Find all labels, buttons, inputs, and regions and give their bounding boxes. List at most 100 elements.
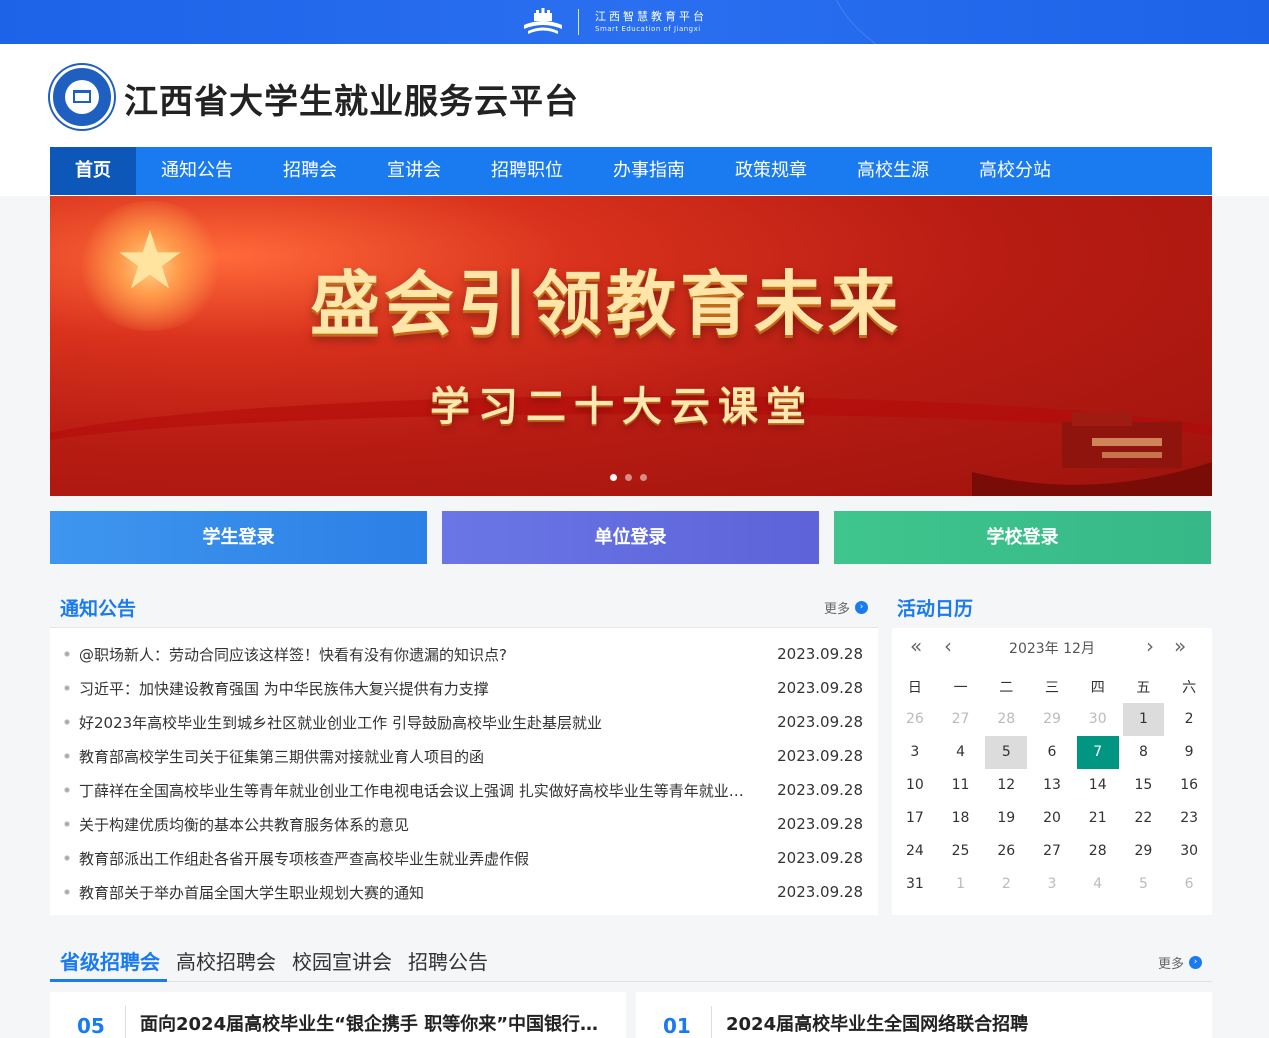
calendar-day[interactable]: 30 <box>1166 835 1212 868</box>
notice-item[interactable]: @职场新人：劳动合同应该这样签！快看有没有你遗漏的知识点? 2023.09.28 <box>50 637 878 671</box>
nav-item-7[interactable]: 政策规章 <box>710 147 832 195</box>
card-title[interactable]: 2024届高校毕业生全国网络联合招聘 <box>726 1010 1196 1036</box>
nav-item-3[interactable]: 招聘会 <box>258 147 362 195</box>
next-month-icon[interactable]: › <box>1146 634 1154 658</box>
calendar-day[interactable]: 26 <box>892 703 938 736</box>
card-title[interactable]: 面向2024届高校毕业生“银企携手 职等你来”中国银行干部招聘会 <box>140 1010 610 1036</box>
calendar-day[interactable]: 31 <box>892 868 938 901</box>
brand-divider <box>578 9 579 35</box>
calendar-day[interactable]: 30 <box>1075 703 1121 736</box>
calendar-day[interactable]: 2 <box>1166 703 1212 736</box>
jobfair-more-link[interactable]: 更多 › <box>1158 953 1202 972</box>
nav-item-6[interactable]: 办事指南 <box>588 147 710 195</box>
nav-item-4[interactable]: 宣讲会 <box>362 147 466 195</box>
notice-item[interactable]: 教育部高校学生司关于征集第三期供需对接就业育人项目的函 2023.09.28 <box>50 739 878 773</box>
notice-item-title[interactable]: 习近平：加快建设教育强国 为中华民族伟大复兴提供有力支撑 <box>79 678 757 699</box>
calendar-day[interactable]: 24 <box>892 835 938 868</box>
calendar-day[interactable]: 25 <box>938 835 984 868</box>
nav-item-9[interactable]: 高校分站 <box>954 147 1076 195</box>
notice-item-title[interactable]: 关于构建优质均衡的基本公共教育服务体系的意见 <box>79 814 757 835</box>
notice-title[interactable]: 通知公告 <box>60 594 136 621</box>
tab-3[interactable]: 校园宣讲会 <box>292 946 392 975</box>
calendar-day[interactable]: 6 <box>1029 736 1075 769</box>
calendar-day[interactable]: 4 <box>938 736 984 769</box>
platform-brand[interactable]: 江西智慧教育平台 Smart Education of Jiangxi <box>520 4 707 40</box>
calendar-day[interactable]: 3 <box>1029 868 1075 901</box>
nav-item-5[interactable]: 招聘职位 <box>466 147 588 195</box>
calendar-day[interactable]: 2 <box>983 868 1029 901</box>
carousel-dot-1[interactable] <box>610 474 617 481</box>
calendar-day[interactable]: 23 <box>1166 802 1212 835</box>
calendar-day[interactable]: 18 <box>938 802 984 835</box>
notice-item-title[interactable]: 教育部派出工作组赴各省开展专项核查严查高校毕业生就业弄虚作假 <box>79 848 757 869</box>
notice-more-link[interactable]: 更多 › <box>824 598 868 617</box>
calendar-day[interactable]: 28 <box>1075 835 1121 868</box>
calendar-day[interactable]: 27 <box>938 703 984 736</box>
calendar-day[interactable]: 29 <box>1029 703 1075 736</box>
notice-item-title[interactable]: @职场新人：劳动合同应该这样签！快看有没有你遗漏的知识点? <box>79 644 757 665</box>
tab-2[interactable]: 高校招聘会 <box>176 946 276 975</box>
calendar-day[interactable]: 1 <box>1122 703 1165 736</box>
calendar-day[interactable]: 14 <box>1075 769 1121 802</box>
carousel-dot-3[interactable] <box>640 474 647 481</box>
calendar-day[interactable]: 9 <box>1166 736 1212 769</box>
calendar-day[interactable]: 4 <box>1075 868 1121 901</box>
student-login-button[interactable]: 学生登录 <box>50 511 427 564</box>
calendar-day[interactable]: 13 <box>1029 769 1075 802</box>
notice-item-title[interactable]: 教育部关于举办首届全国大学生职业规划大赛的通知 <box>79 882 757 903</box>
notice-item-date: 2023.09.28 <box>777 815 863 833</box>
calendar-day[interactable]: 21 <box>1075 802 1121 835</box>
notice-item[interactable]: 教育部派出工作组赴各省开展专项核查严查高校毕业生就业弄虚作假 2023.09.28 <box>50 841 878 875</box>
calendar-day[interactable]: 5 <box>1121 868 1167 901</box>
notice-item[interactable]: 习近平：加快建设教育强国 为中华民族伟大复兴提供有力支撑 2023.09.28 <box>50 671 878 705</box>
calendar-day[interactable]: 11 <box>938 769 984 802</box>
calendar-weekday: 五 <box>1136 680 1151 696</box>
next-year-icon[interactable]: » <box>1174 634 1186 658</box>
calendar-day[interactable]: 28 <box>983 703 1029 736</box>
calendar-weekday: 三 <box>1044 680 1059 696</box>
calendar-day[interactable]: 29 <box>1121 835 1167 868</box>
nav-item-1[interactable]: 首页 <box>50 147 136 195</box>
notice-item-title[interactable]: 好2023年高校毕业生到城乡社区就业创业工作 引导鼓励高校毕业生赴基层就业 <box>79 712 757 733</box>
calendar-day[interactable]: 19 <box>983 802 1029 835</box>
more-label: 更多 <box>823 602 850 617</box>
calendar-day[interactable]: 27 <box>1029 835 1075 868</box>
carousel-dot-2[interactable] <box>625 474 632 481</box>
site-title[interactable]: 江西省大学生就业服务云平台 <box>124 74 579 123</box>
hero-banner[interactable]: ★ 盛会引领教育未来 学习二十大云课堂 <box>50 196 1212 496</box>
tab-1[interactable]: 省级招聘会 <box>60 946 160 975</box>
notice-item[interactable]: 丁薛祥在全国高校毕业生等青年就业创业工作电视电话会议上强调 扎实做好高校毕业生等… <box>50 773 878 807</box>
notice-item[interactable]: 关于构建优质均衡的基本公共教育服务体系的意见 2023.09.28 <box>50 807 878 841</box>
calendar-day[interactable]: 6 <box>1166 868 1212 901</box>
jobfair-card[interactable]: 05 面向2024届高校毕业生“银企携手 职等你来”中国银行干部招聘会 <box>50 992 626 1038</box>
company-login-button[interactable]: 单位登录 <box>442 511 819 564</box>
calendar-day[interactable]: 1 <box>938 868 984 901</box>
nav-item-8[interactable]: 高校生源 <box>832 147 954 195</box>
site-logo-icon[interactable] <box>50 65 114 129</box>
calendar-day[interactable]: 3 <box>892 736 938 769</box>
decorative-arc <box>829 0 1269 44</box>
calendar-day[interactable]: 5 <box>985 736 1028 769</box>
nav-item-2[interactable]: 通知公告 <box>136 147 258 195</box>
calendar-day[interactable]: 12 <box>983 769 1029 802</box>
calendar-day[interactable]: 10 <box>892 769 938 802</box>
calendar-day[interactable]: 15 <box>1121 769 1167 802</box>
star-icon: ★ <box>114 214 186 307</box>
card-divider <box>125 1006 126 1038</box>
notice-item-title[interactable]: 丁薛祥在全国高校毕业生等青年就业创业工作电视电话会议上强调 扎实做好高校毕业生等… <box>79 780 757 801</box>
tab-4[interactable]: 招聘公告 <box>408 946 488 975</box>
bullet-icon <box>64 821 70 827</box>
calendar-day[interactable]: 22 <box>1121 802 1167 835</box>
jobfair-card[interactable]: 01 2024届高校毕业生全国网络联合招聘 <box>636 992 1212 1038</box>
notice-item-title[interactable]: 教育部高校学生司关于征集第三期供需对接就业育人项目的函 <box>79 746 757 767</box>
notice-item[interactable]: 好2023年高校毕业生到城乡社区就业创业工作 引导鼓励高校毕业生赴基层就业 202… <box>50 705 878 739</box>
calendar-day[interactable]: 26 <box>983 835 1029 868</box>
calendar-day[interactable]: 20 <box>1029 802 1075 835</box>
notice-item[interactable]: 教育部关于举办首届全国大学生职业规划大赛的通知 2023.09.28 <box>50 875 878 909</box>
calendar-day[interactable]: 17 <box>892 802 938 835</box>
notice-header: 通知公告 更多 › <box>50 585 878 628</box>
calendar-day[interactable]: 16 <box>1166 769 1212 802</box>
school-login-button[interactable]: 学校登录 <box>834 511 1211 564</box>
calendar-day-today[interactable]: 7 <box>1076 736 1119 769</box>
calendar-day[interactable]: 8 <box>1121 736 1167 769</box>
